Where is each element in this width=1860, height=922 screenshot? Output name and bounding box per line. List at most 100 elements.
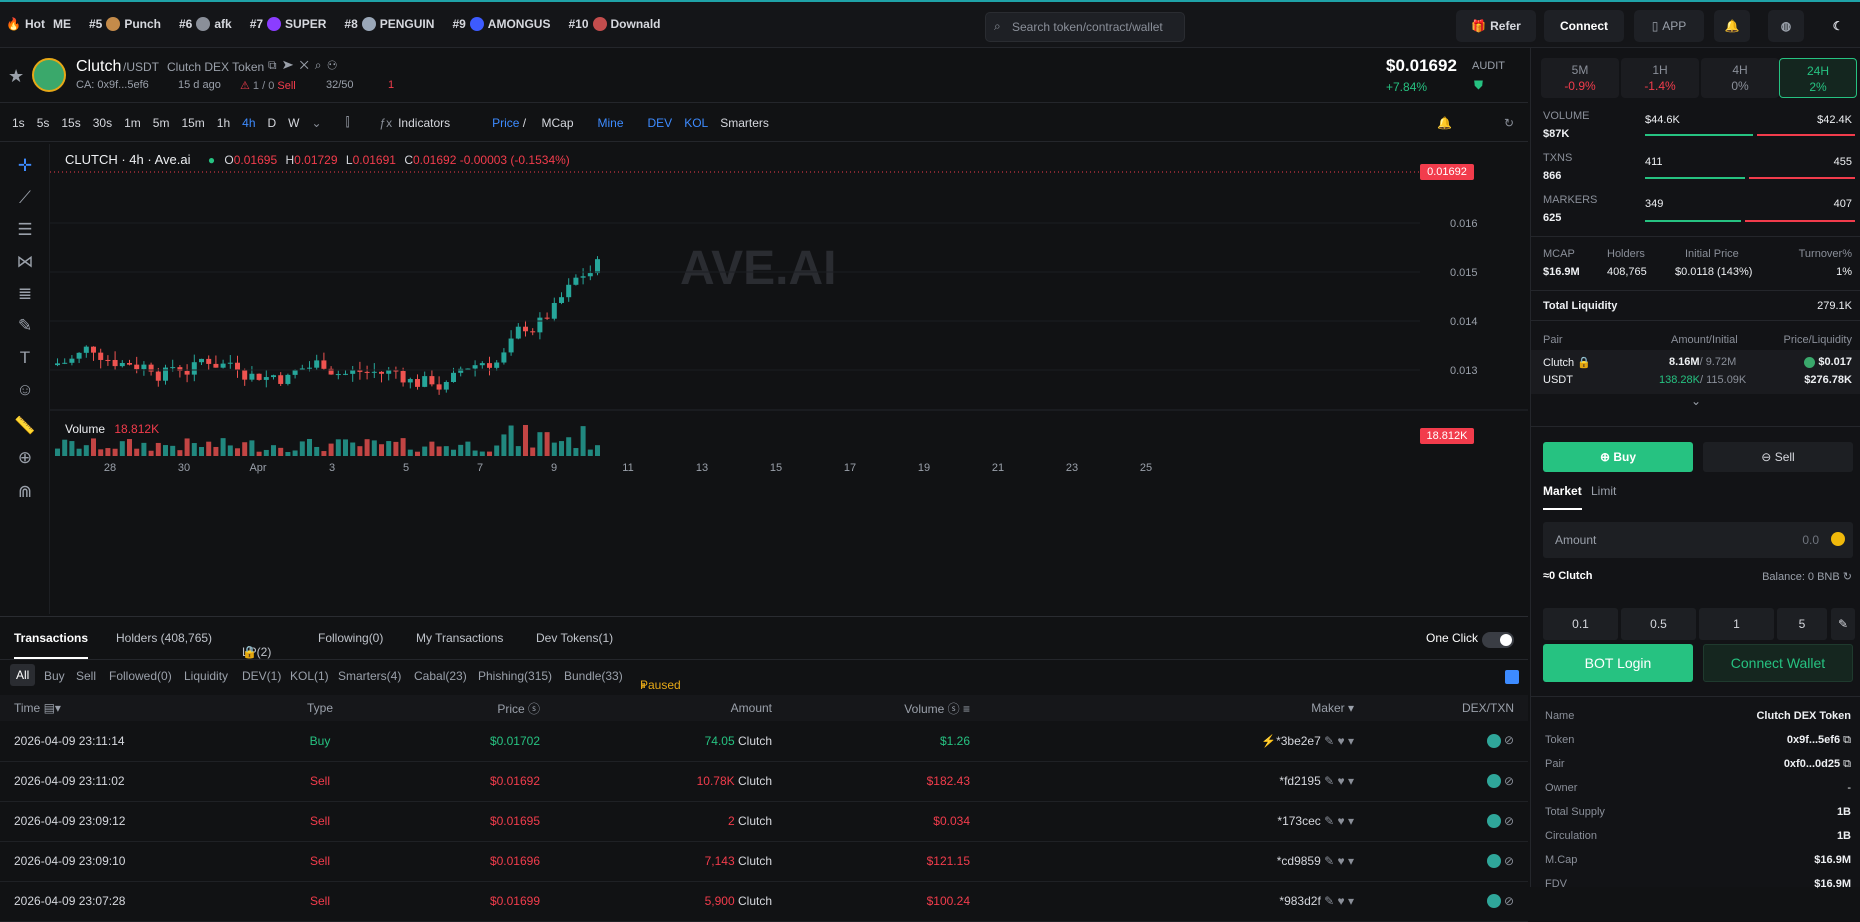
row-dex[interactable]: ⊘ (1354, 761, 1528, 802)
filter-sell[interactable]: Sell (76, 669, 96, 683)
hot-item[interactable]: #8 PENGUIN (344, 17, 434, 31)
theme-icon[interactable]: ☾ (1822, 10, 1854, 42)
hot-item[interactable]: ME (53, 17, 71, 31)
row-dex[interactable]: ⊘ (1354, 841, 1528, 882)
refresh-icon[interactable]: ↻ (1504, 116, 1514, 130)
interval-4h[interactable]: 4h (242, 116, 255, 130)
contract-address[interactable]: CA: 0x9f...5ef6 (76, 79, 149, 91)
buy-tab[interactable]: ⊕ Buy (1543, 442, 1693, 472)
row-maker[interactable]: *173cec ✎ ♥ ▾ (970, 801, 1354, 842)
hot-item[interactable]: #10 Downald (568, 17, 661, 31)
filter-followed[interactable]: Followed(0) (109, 669, 172, 683)
table-row[interactable]: 2026-04-09 23:11:14 Buy $0.01702 74.05 C… (0, 721, 1528, 762)
audit-button[interactable]: AUDIT (1472, 60, 1505, 72)
row-maker[interactable]: *cd9859 ✎ ♥ ▾ (970, 841, 1354, 882)
text-icon[interactable]: T (14, 348, 36, 370)
filter-dev[interactable]: DEV(1) (242, 669, 281, 683)
table-row[interactable]: 2026-04-09 23:09:12 Sell $0.01695 2 Clut… (0, 801, 1528, 842)
table-row[interactable]: 2026-04-09 23:09:10 Sell $0.01696 7,143 … (0, 841, 1528, 882)
brush-icon[interactable]: ✎ (14, 316, 36, 338)
star-icon[interactable]: ★ (8, 66, 24, 87)
quick-amount-5[interactable]: 5 (1777, 608, 1827, 640)
hot-item[interactable]: #6 afk (179, 17, 232, 31)
tab-my-transactions[interactable]: My Transactions (416, 631, 503, 645)
col-time[interactable]: Time ▤▾ (0, 695, 220, 721)
interval-1h[interactable]: 1h (217, 116, 230, 130)
bot-login-button[interactable]: BOT Login (1543, 644, 1693, 682)
edit-icon[interactable]: ✎ (1831, 608, 1855, 640)
period-1h[interactable]: 1H -1.4% (1621, 58, 1699, 98)
connect-wallet-button[interactable]: Connect Wallet (1703, 644, 1853, 682)
mine-toggle[interactable]: Mine (598, 116, 624, 130)
bell-icon[interactable]: 🔔 (1714, 10, 1750, 42)
filter-cabal[interactable]: Cabal(23) (414, 669, 467, 683)
col-price[interactable]: Price ⓢ (420, 695, 540, 721)
pattern-icon[interactable]: ⋈ (14, 252, 36, 274)
tab-holders[interactable]: Holders (408,765) (116, 631, 212, 645)
table-row[interactable]: 2026-04-09 23:07:28 Sell $0.01699 5,900 … (0, 881, 1528, 922)
alarm-icon[interactable]: 🔔 (1437, 116, 1452, 130)
tab-transactions[interactable]: Transactions (14, 631, 89, 659)
interval-w[interactable]: W (288, 116, 299, 130)
hot-item[interactable]: #7 SUPER (250, 17, 326, 31)
info-row[interactable]: Pair 0xf0...0d25 ⧉ (1545, 758, 1851, 771)
limit-tab[interactable]: Limit (1591, 484, 1616, 498)
zoom-icon[interactable]: ⊕ (14, 448, 36, 470)
filter-buy[interactable]: Buy (44, 669, 65, 683)
fib-icon[interactable]: ☰ (14, 220, 36, 242)
period-24h[interactable]: 24H 2% (1779, 58, 1857, 98)
tab-dev-tokens[interactable]: Dev Tokens(1) (536, 631, 613, 645)
filter-kol[interactable]: KOL(1) (290, 669, 329, 683)
quick-amount-01[interactable]: 0.1 (1543, 608, 1618, 640)
kol-toggle[interactable]: KOL (684, 116, 708, 130)
table-row[interactable]: 2026-04-09 23:11:02 Sell $0.01692 10.78K… (0, 761, 1528, 802)
filter-smarters[interactable]: Smarters(4) (338, 669, 401, 683)
price-chart[interactable]: AVE.AI 0.016 0.015 0.014 0.013 28 30 Apr 3 5 7 9 1… (50, 144, 1528, 614)
row-dex[interactable]: ⊘ (1354, 801, 1528, 842)
interval-1m[interactable]: 1m (124, 116, 141, 130)
expand-icon[interactable]: ⌄ (1691, 394, 1701, 408)
indicators-icon[interactable]: ƒx (379, 116, 392, 130)
interval-1s[interactable]: 1s (12, 116, 25, 130)
sell-tab[interactable]: ⊖ Sell (1703, 442, 1853, 472)
candlestick-chart[interactable]: AVE.AI 0.016 0.015 0.014 0.013 28 30 Apr 3 5 7 9 1… (50, 144, 1528, 614)
hot-item[interactable]: #9 AMONGUS (452, 17, 550, 31)
indicators-button[interactable]: Indicators (398, 116, 450, 130)
hot-item[interactable]: #5 Punch (89, 17, 161, 31)
info-row[interactable]: Token 0x9f...5ef6 ⧉ (1545, 734, 1851, 747)
row-dex[interactable]: ⊘ (1354, 881, 1528, 922)
filter-phishing[interactable]: Phishing(315) (478, 669, 552, 683)
period-4h[interactable]: 4H 0% (1701, 58, 1779, 98)
tab-following[interactable]: Following(0) (318, 631, 383, 645)
interval-30s[interactable]: 30s (93, 116, 112, 130)
interval-15s[interactable]: 15s (61, 116, 80, 130)
chevron-down-icon[interactable]: ⌄ (312, 116, 322, 130)
filter-bundle[interactable]: Bundle(33) (564, 669, 623, 683)
interval-15m[interactable]: 15m (181, 116, 204, 130)
market-tab[interactable]: Market (1543, 484, 1582, 510)
channel-icon[interactable]: ≣ (14, 284, 36, 306)
globe-icon[interactable]: ◍ (1768, 10, 1804, 42)
connect-button[interactable]: Connect (1544, 10, 1624, 42)
interval-d[interactable]: D (268, 116, 277, 130)
filter-all[interactable]: All (10, 664, 36, 686)
price-toggle[interactable]: Price / MCap (480, 116, 573, 130)
trendline-icon[interactable]: ⟋ (14, 188, 36, 210)
period-5m[interactable]: 5M -0.9% (1541, 58, 1619, 98)
amount-input[interactable]: Amount 0.0 (1543, 522, 1853, 558)
row-maker[interactable]: *fd2195 ✎ ♥ ▾ (970, 761, 1354, 802)
row-dex[interactable]: ⊘ (1354, 721, 1528, 762)
emoji-icon[interactable]: ☺ (14, 380, 36, 402)
interval-5m[interactable]: 5m (153, 116, 170, 130)
one-click-toggle[interactable] (1482, 632, 1514, 648)
refer-button[interactable]: 🎁 Refer (1456, 10, 1536, 42)
crosshair-icon[interactable]: ✛ (14, 156, 36, 178)
row-maker[interactable]: *983d2f ✎ ♥ ▾ (970, 881, 1354, 922)
magnet-icon[interactable]: ⋒ (14, 482, 36, 504)
social-icons[interactable]: ⧉➤✕⌕⚇ (268, 58, 343, 73)
col-maker[interactable]: Maker ▾ (970, 695, 1354, 721)
dev-toggle[interactable]: DEV (648, 116, 673, 130)
filter-liquidity[interactable]: Liquidity (184, 669, 228, 683)
col-volume[interactable]: Volume ⓢ ≡ (772, 695, 970, 721)
quick-amount-05[interactable]: 0.5 (1621, 608, 1696, 640)
